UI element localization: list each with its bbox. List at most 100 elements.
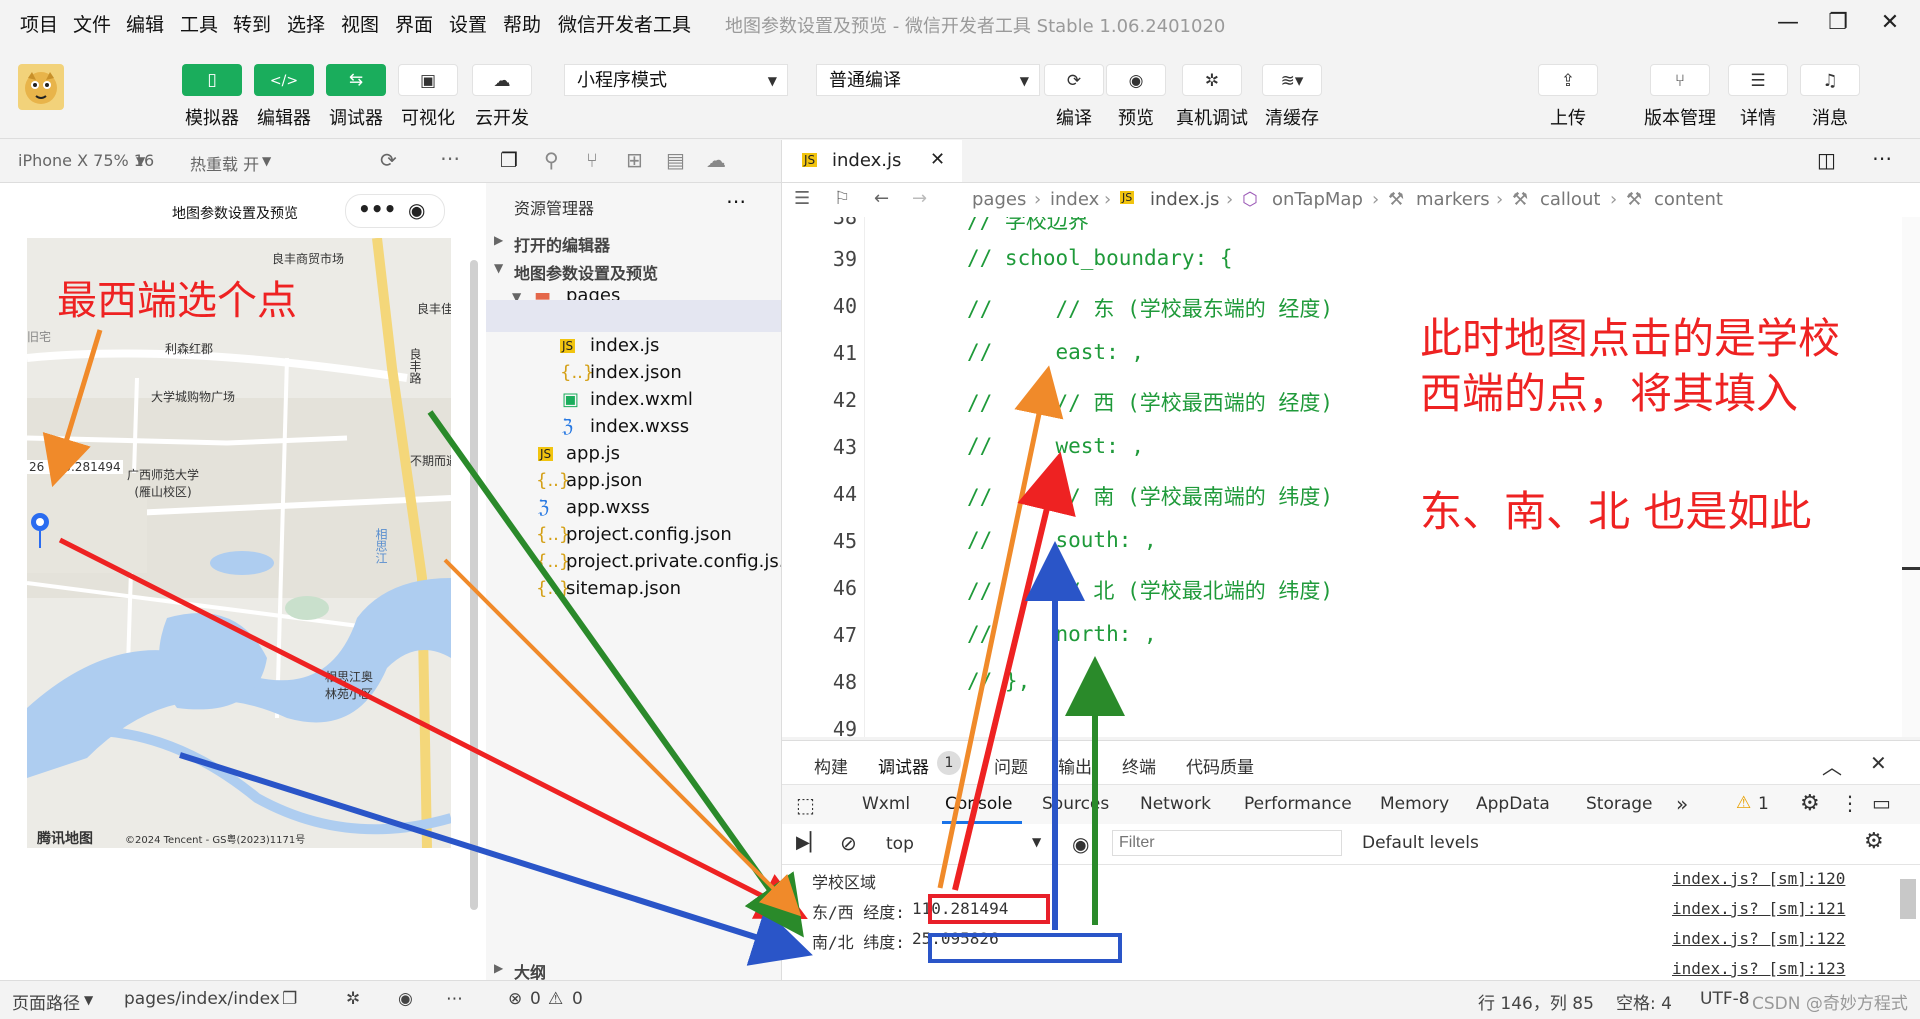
tab-appdata[interactable]: AppData bbox=[1476, 794, 1550, 814]
breadcrumb-index[interactable]: index bbox=[1050, 189, 1099, 210]
console-filter-input[interactable] bbox=[1112, 830, 1342, 856]
menu-item-file[interactable]: 文件 bbox=[73, 10, 111, 37]
code-line[interactable]: // 学校边界 bbox=[967, 217, 1089, 235]
breadcrumb-content[interactable]: content bbox=[1654, 189, 1723, 210]
code-editor[interactable]: 38 // 学校边界 39 // school_boundary: { 40 /… bbox=[782, 217, 1920, 737]
menu-item-view[interactable]: 视图 bbox=[341, 10, 379, 37]
code-line[interactable]: // // 西 (学校最西端的 经度) bbox=[967, 387, 1333, 417]
mode-select[interactable]: 小程序模式 ▼ bbox=[564, 64, 788, 96]
tree-item-sitemap[interactable]: sitemap.json bbox=[566, 578, 681, 599]
caret-down-icon[interactable]: ▼ bbox=[1032, 835, 1041, 849]
code-line[interactable]: // west: , bbox=[967, 434, 1144, 458]
details-button[interactable]: ☰ bbox=[1728, 64, 1788, 96]
clear-console-icon[interactable]: ⊘ bbox=[840, 831, 857, 855]
tab-code-quality[interactable]: 代码质量 bbox=[1186, 753, 1254, 778]
encoding[interactable]: UTF-8 bbox=[1700, 989, 1750, 1009]
tab-sources[interactable]: Sources bbox=[1042, 794, 1109, 814]
forward-arrow-icon[interactable]: → bbox=[912, 188, 927, 209]
extensions-icon[interactable]: ⊞ bbox=[626, 148, 643, 172]
caret-down-icon[interactable]: ▼ bbox=[136, 154, 145, 168]
caret-down-icon[interactable]: ▼ bbox=[262, 154, 271, 168]
caret-down-icon[interactable]: ▼ bbox=[84, 993, 93, 1007]
close-panel-icon[interactable]: ✕ bbox=[1870, 751, 1887, 775]
preview-button[interactable]: ◉ bbox=[1106, 64, 1166, 96]
source-link[interactable]: index.js? [sm]:121 bbox=[1672, 899, 1845, 918]
git-icon[interactable]: ⑂ bbox=[586, 148, 598, 172]
kebab-menu-icon[interactable]: ⋮ bbox=[1840, 791, 1860, 815]
context-select[interactable]: top bbox=[886, 834, 914, 854]
breadcrumb-callout[interactable]: callout bbox=[1540, 189, 1600, 210]
page-path[interactable]: pages/index/index bbox=[124, 989, 280, 1009]
more-icon[interactable]: ⋯ bbox=[726, 189, 746, 213]
device-select[interactable]: iPhone X 75% 16 bbox=[18, 151, 154, 170]
map-view[interactable]: 良丰商贸市场 旧宅 良丰佳 利森红郡 大学城购物广场 良丰路 26 110.28… bbox=[27, 238, 451, 848]
close-icon[interactable]: ✕ bbox=[1872, 6, 1908, 40]
capsule-menu[interactable]: ••• ◉ bbox=[345, 194, 445, 228]
chevron-down-icon[interactable]: ▼ bbox=[494, 261, 503, 275]
upload-button[interactable]: ⇪ bbox=[1538, 64, 1598, 96]
refresh-icon[interactable]: ⟳ bbox=[380, 148, 397, 172]
bug-icon[interactable]: ✲ bbox=[346, 989, 360, 1009]
eye-icon[interactable]: ◉ bbox=[398, 989, 413, 1009]
inspect-icon[interactable]: ⬚ bbox=[796, 793, 815, 817]
eye-icon[interactable]: ◉ bbox=[1072, 832, 1089, 856]
close-tab-icon[interactable]: ✕ bbox=[930, 149, 945, 170]
code-line[interactable]: // east: , bbox=[967, 340, 1144, 364]
cloud-button[interactable]: ☁ bbox=[472, 64, 532, 96]
menu-item-project[interactable]: 项目 bbox=[20, 10, 58, 37]
simulator-scrollbar[interactable] bbox=[470, 260, 478, 910]
cursor-position[interactable]: 行 146，列 85 bbox=[1478, 989, 1594, 1014]
breadcrumb-ontapmap[interactable]: onTapMap bbox=[1272, 189, 1363, 210]
code-line[interactable]: // north: , bbox=[967, 622, 1157, 646]
simulator-toggle-button[interactable]: ▯ bbox=[182, 64, 242, 96]
messages-button[interactable]: ♫ bbox=[1800, 64, 1860, 96]
tab-storage[interactable]: Storage bbox=[1586, 794, 1653, 814]
console-scrollbar[interactable] bbox=[1900, 879, 1916, 919]
debugger-toggle-button[interactable]: ⇆ bbox=[326, 64, 386, 96]
code-line[interactable]: // // 东 (学校最东端的 经度) bbox=[967, 293, 1333, 323]
chevron-up-icon[interactable]: ︿ bbox=[1822, 751, 1842, 780]
source-link[interactable]: index.js? [sm]:123 bbox=[1672, 959, 1845, 978]
tree-item-index-wxss[interactable]: index.wxss bbox=[590, 416, 689, 437]
tab-debugger[interactable]: 调试器 bbox=[878, 753, 929, 778]
menu-item-wechat-tools[interactable]: 微信开发者工具 bbox=[558, 10, 691, 37]
compile-mode-select[interactable]: 普通编译 ▼ bbox=[816, 64, 1040, 96]
menu-item-settings[interactable]: 设置 bbox=[449, 10, 487, 37]
tab-output[interactable]: 输出 bbox=[1058, 753, 1092, 778]
menu-item-select[interactable]: 选择 bbox=[287, 10, 325, 37]
source-link[interactable]: index.js? [sm]:120 bbox=[1672, 869, 1845, 888]
tab-problems[interactable]: 问题 bbox=[994, 753, 1028, 778]
device-debug-button[interactable]: ✲ bbox=[1182, 64, 1242, 96]
project-section[interactable]: 地图参数设置及预览 bbox=[514, 260, 658, 284]
tab-build[interactable]: 构建 bbox=[814, 753, 848, 778]
menu-item-tools[interactable]: 工具 bbox=[180, 10, 218, 37]
files-icon[interactable]: ❐ bbox=[500, 148, 518, 172]
warning-count[interactable]: 1 bbox=[1758, 794, 1769, 814]
code-line[interactable]: // // 北 (学校最北端的 纬度) bbox=[967, 575, 1333, 605]
tree-item-index-wxml[interactable]: index.wxml bbox=[590, 389, 693, 410]
list-icon[interactable]: ☰ bbox=[794, 188, 810, 209]
visual-button[interactable]: ▣ bbox=[398, 64, 458, 96]
close-circle-icon[interactable]: ◉ bbox=[408, 198, 425, 222]
breadcrumb-file[interactable]: index.js bbox=[1150, 189, 1219, 210]
tree-item-app-js[interactable]: app.js bbox=[566, 443, 620, 464]
copy-icon[interactable]: ❐ bbox=[282, 989, 297, 1009]
menu-item-interface[interactable]: 界面 bbox=[395, 10, 433, 37]
code-line[interactable]: // // 南 (学校最南端的 纬度) bbox=[967, 481, 1333, 511]
compile-button[interactable]: ⟳ bbox=[1044, 64, 1104, 96]
gear-icon[interactable]: ⚙ bbox=[1864, 829, 1884, 854]
back-arrow-icon[interactable]: ← bbox=[874, 188, 889, 209]
bookmark-icon[interactable]: ⚐ bbox=[834, 188, 850, 209]
tab-terminal[interactable]: 终端 bbox=[1122, 753, 1156, 778]
tree-item-project-config[interactable]: project.config.json bbox=[566, 524, 732, 545]
more-tabs-button[interactable]: » bbox=[1676, 792, 1688, 816]
tree-item-app-wxss[interactable]: app.wxss bbox=[566, 497, 650, 518]
chevron-right-icon[interactable]: ▶ bbox=[494, 233, 503, 247]
code-line[interactable]: // south: , bbox=[967, 528, 1157, 552]
tab-performance[interactable]: Performance bbox=[1244, 794, 1352, 814]
open-editors-section[interactable]: 打开的编辑器 bbox=[514, 232, 610, 256]
hot-reload-toggle[interactable]: 热重载 开 bbox=[190, 151, 259, 175]
editor-toggle-button[interactable]: </> bbox=[254, 64, 314, 96]
docker-icon[interactable]: ☁ bbox=[706, 148, 726, 172]
tab-index-js[interactable]: JS index.js ✕ bbox=[782, 140, 962, 182]
